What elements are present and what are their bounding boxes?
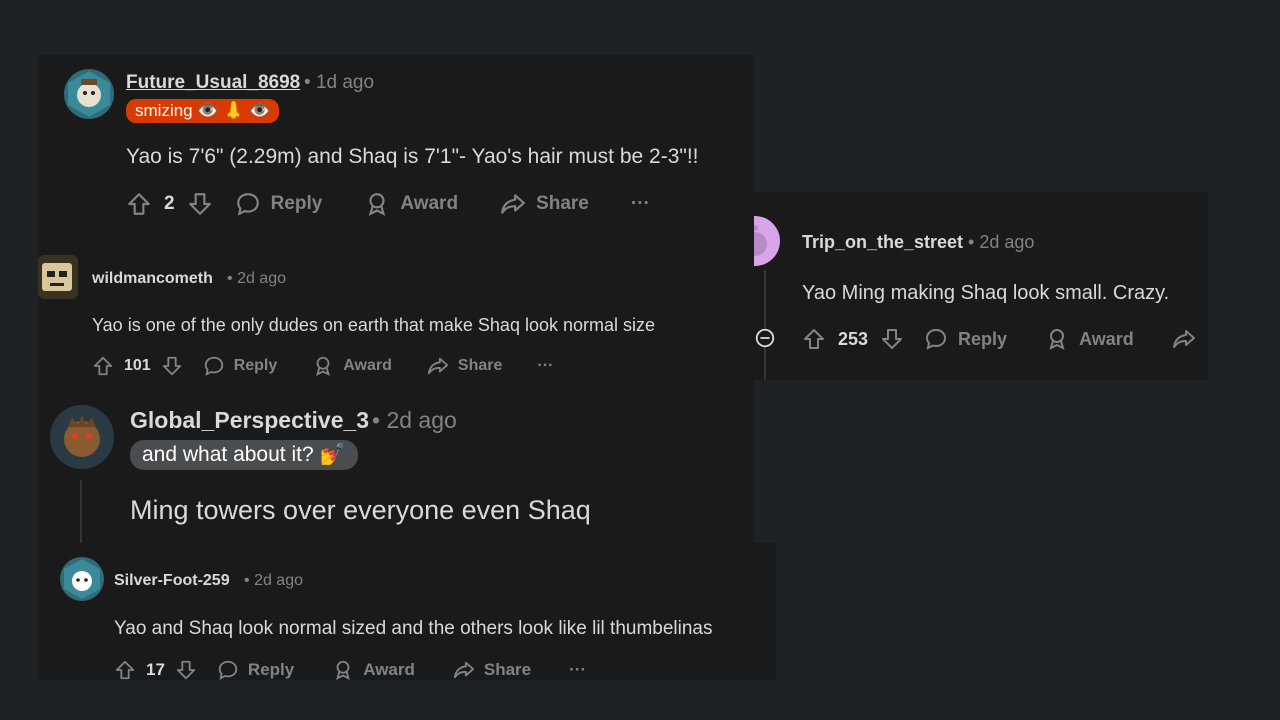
- avatar[interactable]: [38, 255, 78, 299]
- comment-bubble-icon: [218, 660, 238, 680]
- vote-count: 253: [838, 328, 869, 349]
- time-ago[interactable]: 2d ago: [979, 232, 1034, 252]
- username[interactable]: Trip_on_the_street: [802, 232, 963, 253]
- username[interactable]: Silver-Foot-259: [114, 572, 230, 590]
- upvote-icon[interactable]: [802, 327, 826, 351]
- comment-text: Yao is 7'6" (2.29m) and Shaq is 7'1"- Ya…: [126, 145, 699, 168]
- share-icon: [501, 194, 525, 214]
- more-options-icon[interactable]: ···: [569, 660, 586, 680]
- time-ago[interactable]: 2d ago: [386, 407, 456, 433]
- downvote-icon[interactable]: [880, 327, 904, 351]
- award-label: Award: [400, 193, 459, 214]
- comment-actions: 253 Reply Award: [802, 327, 1196, 351]
- award-label: Award: [343, 357, 392, 374]
- share-label: Share: [483, 660, 532, 679]
- collapse-thread-icon[interactable]: [754, 327, 776, 349]
- timestamp: • 1d ago: [304, 72, 374, 94]
- timestamp: • 2d ago: [968, 232, 1034, 253]
- share-button[interactable]: Share: [453, 659, 531, 680]
- share-label: Share: [536, 193, 589, 214]
- thread-line[interactable]: [764, 270, 766, 380]
- share-icon: [427, 357, 448, 375]
- time-ago[interactable]: 2d ago: [237, 270, 286, 287]
- comment-bubble-icon: [236, 193, 259, 216]
- upvote-icon[interactable]: [92, 355, 114, 377]
- separator: •: [244, 572, 250, 589]
- award-icon: [316, 356, 331, 377]
- reply-label: Reply: [247, 660, 295, 679]
- comment-actions: 2 Reply Award Share ···: [126, 191, 650, 217]
- avatar[interactable]: [754, 216, 780, 266]
- comment-text: Yao is one of the only dudes on earth th…: [92, 315, 656, 335]
- comment-text: Yao Ming making Shaq look small. Crazy.: [802, 282, 1170, 304]
- award-label: Award: [1079, 328, 1134, 349]
- more-options-icon[interactable]: ···: [537, 357, 553, 375]
- vote-count: 101: [124, 357, 151, 374]
- award-icon: [369, 193, 386, 216]
- username[interactable]: Global_Perspective_3: [130, 407, 369, 434]
- timestamp: • 2d ago: [227, 270, 286, 288]
- award-button[interactable]: Award: [364, 191, 458, 217]
- downvote-icon[interactable]: [161, 355, 183, 377]
- upvote-icon[interactable]: [126, 191, 152, 217]
- comment-actions: 101 Reply Award Share ···: [92, 355, 553, 377]
- award-button[interactable]: Award: [1045, 327, 1134, 351]
- award-icon: [336, 660, 351, 680]
- separator: •: [968, 232, 975, 252]
- separator: •: [304, 72, 311, 93]
- user-flair: smizing 👁️ 👃 👁️: [126, 99, 280, 123]
- share-icon: [453, 661, 474, 679]
- avatar[interactable]: [60, 557, 104, 601]
- vote-count: 2: [164, 193, 175, 214]
- comment-panel-2: wildmancometh • 2d ago Yao is one of the…: [38, 245, 754, 385]
- username[interactable]: wildmancometh: [92, 270, 213, 288]
- thread-line[interactable]: [80, 480, 82, 543]
- comment-panel-1: Future_Usual_8698 • 1d ago smizing 👁️ 👃 …: [38, 55, 754, 245]
- downvote-icon[interactable]: [187, 191, 213, 217]
- award-label: Award: [363, 660, 415, 679]
- upvote-icon[interactable]: [114, 659, 136, 680]
- comment-text: Ming towers over everyone even Shaq: [130, 495, 591, 525]
- timestamp: • 2d ago: [244, 572, 303, 590]
- comment-panel-3: Global_Perspective_3 • 2d ago and what a…: [38, 385, 754, 543]
- username[interactable]: Future_Usual_8698: [126, 72, 300, 94]
- award-button[interactable]: Award: [332, 659, 415, 680]
- share-button[interactable]: Share: [427, 355, 502, 377]
- share-button[interactable]: Share: [500, 191, 589, 217]
- comment-actions: 17 Reply Award Share ···: [114, 659, 586, 680]
- more-options-icon[interactable]: ···: [631, 193, 650, 215]
- reply-button[interactable]: Reply: [924, 327, 1007, 351]
- reply-label: Reply: [958, 328, 1008, 349]
- reply-label: Reply: [270, 193, 323, 214]
- user-flair: and what about it? 💅: [130, 440, 358, 470]
- reply-button[interactable]: Reply: [217, 659, 294, 680]
- comment-panel-4: Silver-Foot-259 • 2d ago Yao and Shaq lo…: [38, 543, 776, 680]
- avatar[interactable]: [50, 405, 114, 469]
- award-button[interactable]: Award: [312, 355, 392, 377]
- reply-button[interactable]: Reply: [235, 191, 323, 217]
- share-label: Share: [457, 357, 503, 374]
- time-ago[interactable]: 1d ago: [316, 72, 374, 93]
- separator: •: [372, 407, 381, 433]
- time-ago[interactable]: 2d ago: [254, 572, 303, 589]
- avatar[interactable]: [64, 69, 114, 119]
- vote-count: 17: [146, 660, 165, 679]
- comment-bubble-icon: [926, 328, 947, 350]
- reply-button[interactable]: Reply: [203, 355, 278, 377]
- share-icon[interactable]: [1172, 327, 1196, 351]
- comment-bubble-icon: [204, 356, 223, 376]
- comment-text: Yao and Shaq look normal sized and the o…: [114, 618, 713, 639]
- award-icon: [1049, 329, 1065, 350]
- comment-panel-5: Trip_on_the_street • 2d ago Yao Ming mak…: [754, 192, 1208, 380]
- separator: •: [227, 270, 233, 287]
- timestamp: • 2d ago: [372, 407, 457, 434]
- downvote-icon[interactable]: [175, 659, 197, 680]
- reply-label: Reply: [233, 357, 278, 374]
